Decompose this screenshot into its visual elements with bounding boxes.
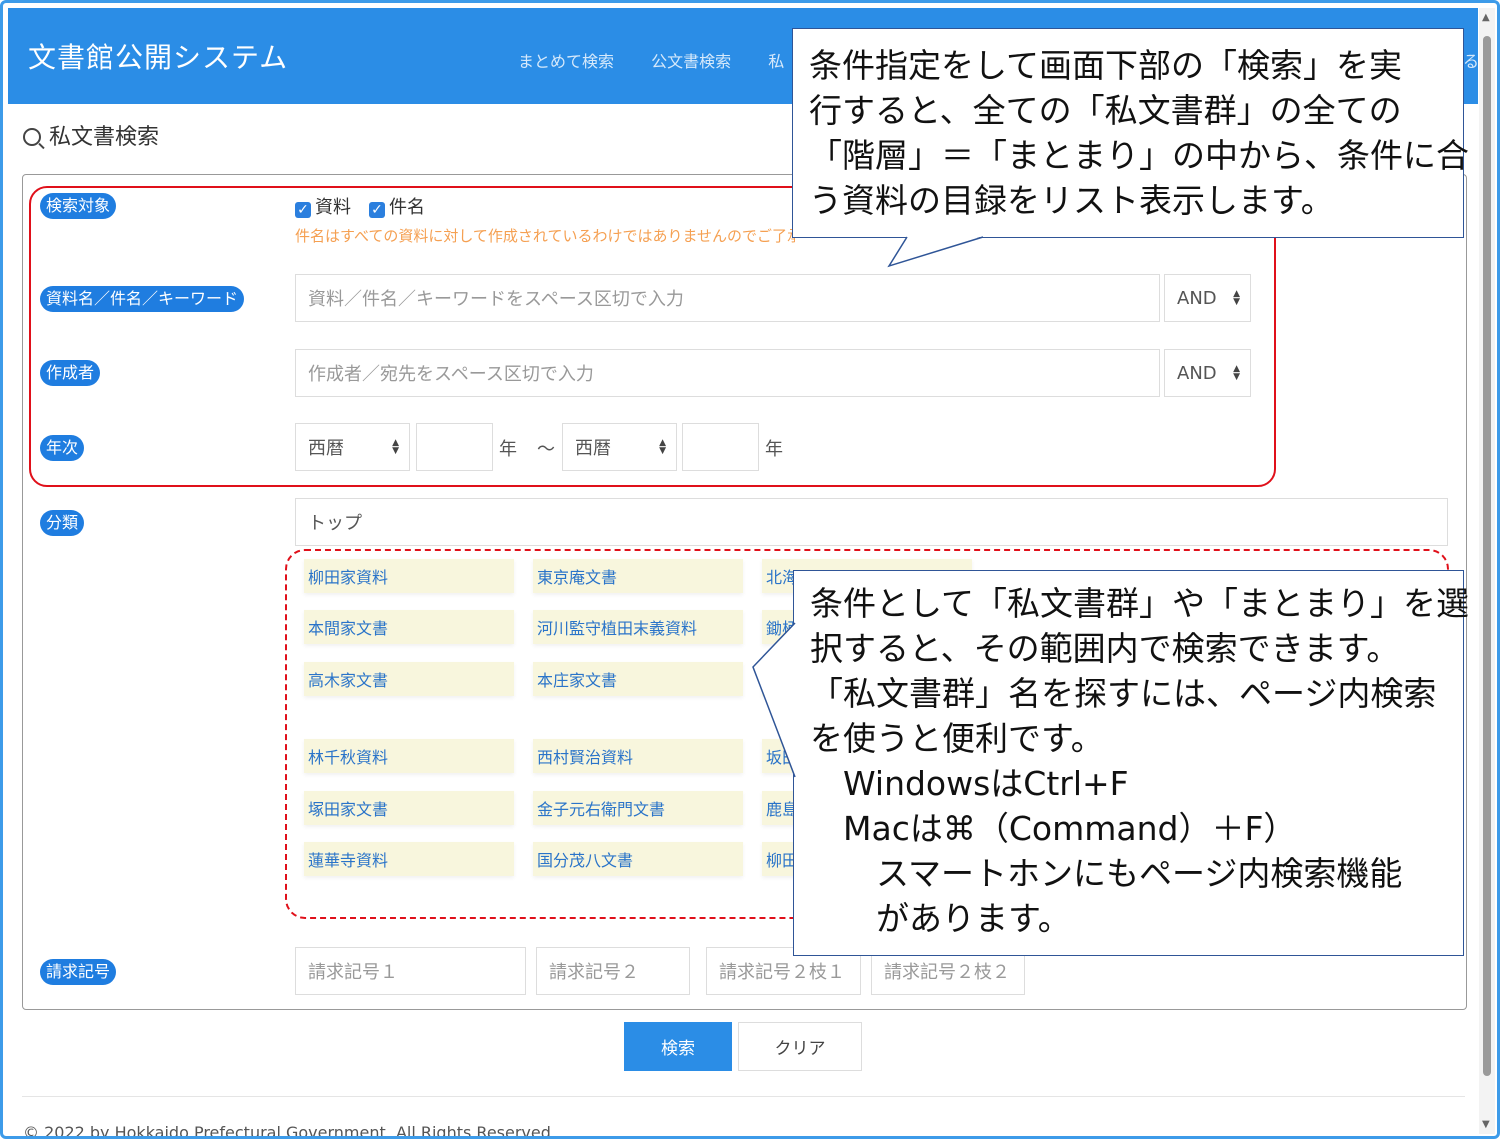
app-title[interactable]: 文書館公開システム	[28, 36, 288, 76]
call-number-1-input[interactable]: 請求記号１	[295, 947, 526, 995]
scroll-up-icon[interactable]: ▲	[1482, 12, 1490, 23]
page-title: 私文書検索	[23, 119, 159, 151]
callout-line: 「階層」＝「まとまり」の中から、条件に合	[809, 136, 1469, 175]
callout-line: 条件として「私文書群」や「まとまり」を選	[810, 584, 1470, 623]
callout-search-explanation: 条件指定をして画面下部の「検索」を実 行すると、全ての「私文書群」の全ての 「階…	[792, 28, 1469, 238]
nav-item-all-search[interactable]: まとめて検索	[518, 52, 614, 71]
label-category: 分類	[40, 510, 85, 536]
page-title-text: 私文書検索	[49, 125, 160, 150]
scrollbar-thumb[interactable]	[1483, 36, 1491, 1076]
search-icon	[23, 128, 41, 146]
callout-line: を使うと便利です。	[810, 719, 1104, 758]
callout-line: う資料の目録をリスト表示します。	[809, 181, 1334, 220]
footer-divider	[22, 1096, 1465, 1097]
browser-frame: 文書館公開システム まとめて検索 公文書検索 私 る 私文書検索 検索対象 ✓ 資…	[0, 0, 1500, 1139]
callout-line: 行すると、全ての「私文書群」の全ての	[809, 91, 1402, 130]
search-button[interactable]: 検索	[624, 1022, 732, 1071]
nav-item-private-docs[interactable]: 私	[768, 52, 784, 71]
main-nav: まとめて検索 公文書検索 私	[518, 48, 816, 72]
footer-copyright: © 2022 by Hokkaido Prefectural Governmen…	[23, 1123, 556, 1139]
vertical-scrollbar[interactable]: ▲ ▼	[1479, 8, 1495, 1134]
scroll-down-icon[interactable]: ▼	[1482, 1119, 1490, 1130]
nav-item-public-docs[interactable]: 公文書検索	[651, 52, 731, 71]
category-breadcrumb[interactable]: トップ	[295, 498, 1448, 546]
callout-tail	[752, 622, 796, 778]
callout-tail	[887, 236, 984, 268]
callout-line: 「私文書群」名を探すには、ページ内検索	[810, 674, 1437, 713]
callout-line: 条件指定をして画面下部の「検索」を実	[809, 46, 1403, 85]
callout-line: Macは⌘（Command）＋F）	[810, 809, 1297, 848]
callout-line: があります。	[810, 899, 1071, 938]
clear-button[interactable]: クリア	[738, 1022, 862, 1071]
label-call-number: 請求記号	[40, 959, 117, 985]
callout-line: スマートホンにもページ内検索機能	[810, 854, 1403, 893]
callout-line: 択すると、その範囲内で検索できます。	[810, 629, 1400, 668]
callout-line: WindowsはCtrl+F	[810, 764, 1129, 803]
call-number-2-input[interactable]: 請求記号２	[536, 947, 690, 995]
nav-item-edge[interactable]: る	[1463, 48, 1479, 72]
callout-category-explanation: 条件として「私文書群」や「まとまり」を選 択すると、その範囲内で検索できます。 …	[793, 570, 1470, 956]
